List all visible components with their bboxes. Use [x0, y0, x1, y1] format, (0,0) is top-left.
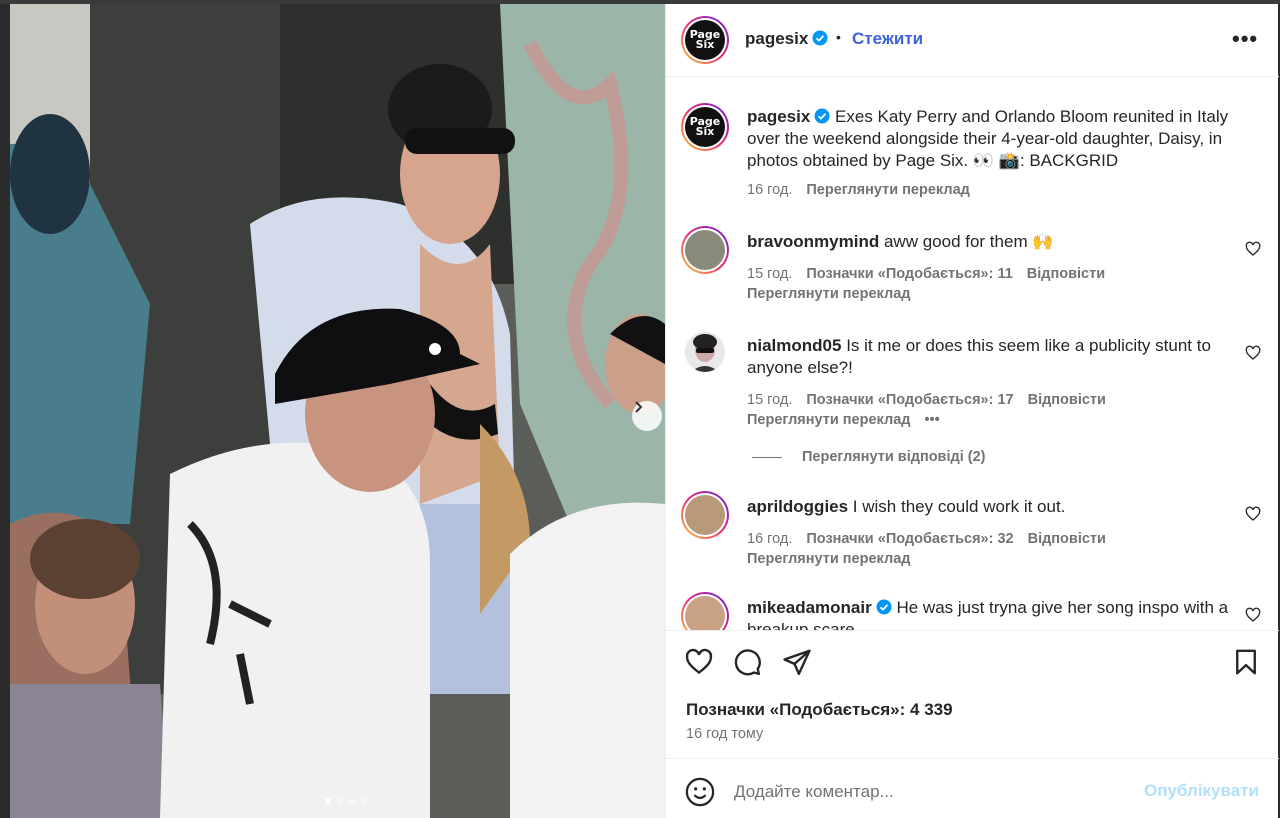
carousel-dot	[337, 798, 343, 804]
commenter-avatar[interactable]	[685, 332, 725, 372]
translate-link[interactable]: Переглянути переклад	[747, 286, 910, 302]
verified-badge-icon	[812, 30, 828, 46]
comment-likes[interactable]: Позначки «Подобається»: 32	[806, 531, 1013, 547]
verified-badge-icon	[814, 108, 830, 124]
reply-button[interactable]: Відповісти	[1028, 531, 1106, 547]
post-photo[interactable]	[10, 4, 665, 818]
comment-text: bravoonmymind aww good for them 🙌	[747, 232, 1054, 251]
comment-text: nialmond05 Is it me or does this seem li…	[747, 336, 1211, 377]
comment-translate-row: Переглянути переклад	[747, 286, 924, 302]
share-icon[interactable]	[782, 647, 812, 677]
comment-time: 15 год.	[747, 266, 793, 282]
caption-time: 16 год.	[747, 182, 793, 198]
caption-avatar[interactable]: Page Six	[681, 103, 729, 151]
more-options-icon[interactable]: •••	[1232, 26, 1258, 52]
post-actions: Позначки «Подобається»: 4 339 16 год том…	[666, 630, 1279, 758]
comment-meta: 15 год. Позначки «Подобається»: 17 Відпові…	[747, 392, 1120, 408]
reply-button[interactable]: Відповісти	[1028, 392, 1106, 408]
carousel-dots	[325, 798, 367, 804]
comment-username[interactable]: mikeadamonair	[747, 598, 872, 617]
view-replies-button[interactable]: Переглянути відповіді (2)	[752, 449, 986, 465]
follow-button[interactable]: Стежити	[852, 29, 923, 49]
commenter-avatar[interactable]	[681, 226, 729, 274]
post-time: 16 год тому	[686, 726, 764, 742]
comment-text: mikeadamonair He was just tryna give her…	[747, 598, 1229, 630]
commenter-avatar[interactable]	[681, 592, 729, 630]
comment-username[interactable]: bravoonmymind	[747, 232, 879, 251]
comments-list[interactable]: Page Six pagesix Exes Katy Perry and Orla…	[666, 78, 1279, 630]
photo-illustration	[10, 4, 665, 818]
carousel-next-button[interactable]	[632, 401, 662, 431]
comment-icon[interactable]	[732, 647, 762, 677]
chevron-right-icon	[635, 401, 643, 413]
commenter-avatar[interactable]	[681, 491, 729, 539]
caption-meta: 16 год. Переглянути переклад	[747, 182, 984, 198]
post-side-panel: Page Six pagesix • Стежити ••• Page Six pa…	[665, 4, 1279, 818]
comment-text: aprildoggies I wish they could work it o…	[747, 497, 1066, 516]
comment-username[interactable]: nialmond05	[747, 336, 841, 355]
comment-likes[interactable]: Позначки «Подобається»: 17	[806, 392, 1013, 408]
post-header: Page Six pagesix • Стежити •••	[666, 4, 1279, 77]
like-comment-heart-icon[interactable]	[1245, 241, 1261, 257]
likes-count[interactable]: Позначки «Подобається»: 4 339	[686, 700, 953, 720]
carousel-dot	[349, 798, 355, 804]
caption-text: pagesix Exes Katy Perry and Orlando Bloo…	[747, 107, 1229, 170]
like-comment-heart-icon[interactable]	[1245, 607, 1261, 623]
window-frame: Page Six pagesix • Стежити ••• Page Six pa…	[0, 0, 1280, 818]
like-comment-heart-icon[interactable]	[1245, 506, 1261, 522]
comment-meta: 16 год. Позначки «Подобається»: 32 Відпові…	[747, 531, 1120, 547]
verified-badge-icon	[876, 599, 892, 615]
carousel-dot-active	[325, 798, 331, 804]
publish-button[interactable]: Опублікувати	[1144, 781, 1259, 801]
comment-time: 15 год.	[747, 392, 793, 408]
author-avatar[interactable]: Page Six	[681, 16, 729, 64]
comment-translate-row: Переглянути переклад	[747, 551, 924, 567]
heart-icon[interactable]	[684, 647, 714, 677]
translate-link[interactable]: Переглянути переклад	[806, 182, 969, 198]
bookmark-icon[interactable]	[1231, 647, 1261, 677]
reply-button[interactable]: Відповісти	[1027, 266, 1105, 282]
comment-time: 16 год.	[747, 531, 793, 547]
caption-username[interactable]: pagesix	[747, 107, 810, 126]
comment-translate-row: Переглянути переклад •••	[747, 412, 954, 428]
comment-input[interactable]	[734, 779, 1134, 805]
avatar-image	[685, 332, 725, 372]
emoji-icon[interactable]	[685, 777, 715, 807]
comment-username[interactable]: aprildoggies	[747, 497, 848, 516]
separator-dot: •	[836, 29, 841, 45]
add-comment-bar: Опублікувати	[666, 758, 1279, 818]
replies-line	[752, 456, 782, 458]
author-username[interactable]: pagesix	[745, 29, 828, 49]
comment-more-icon[interactable]: •••	[924, 412, 939, 428]
translate-link[interactable]: Переглянути переклад	[747, 412, 910, 428]
like-comment-heart-icon[interactable]	[1245, 345, 1261, 361]
translate-link[interactable]: Переглянути переклад	[747, 551, 910, 567]
comment-meta: 15 год. Позначки «Подобається»: 11 Відпові…	[747, 266, 1119, 282]
carousel-dot	[361, 798, 367, 804]
comment-likes[interactable]: Позначки «Подобається»: 11	[806, 266, 1012, 282]
